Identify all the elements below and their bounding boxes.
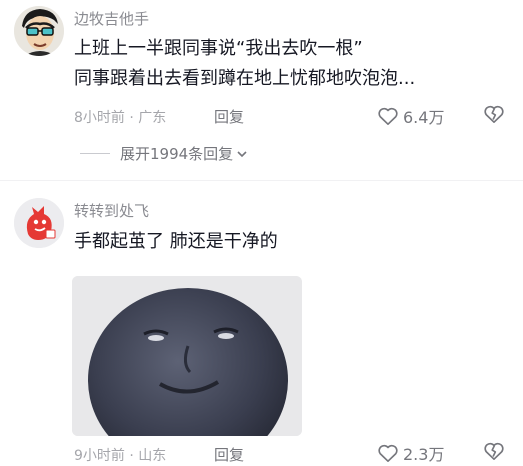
chevron-down-icon — [236, 145, 248, 163]
broken-heart-icon — [484, 442, 504, 460]
comment-location: 山东 — [138, 448, 167, 464]
comment-time: 8小时前 — [74, 110, 125, 126]
comment-username[interactable]: 边牧吉他手 — [74, 8, 149, 29]
dark-round-face-sticker-icon — [72, 276, 302, 436]
comment-sticker-image[interactable] — [72, 276, 302, 436]
like-button[interactable]: 2.3万 — [377, 441, 444, 465]
avatar[interactable] — [14, 6, 64, 56]
dislike-button[interactable] — [483, 104, 505, 124]
expand-divider-line — [80, 153, 110, 154]
dislike-button[interactable] — [483, 441, 505, 461]
like-count: 2.3万 — [403, 445, 445, 464]
comment-feed: 边牧吉他手 上班上一半跟同事说“我出去吹一根” 同事跟着出去看到蹲在地上忧郁地吹… — [0, 0, 523, 466]
meta-separator: · — [124, 448, 139, 464]
like-button[interactable]: 6.4万 — [377, 104, 444, 128]
comment-meta: 8小时前 · 广东 — [74, 107, 166, 127]
comment-username[interactable]: 转转到处飞 — [74, 200, 149, 221]
expand-replies-label: 展开1994条回复 — [120, 145, 234, 163]
reply-button[interactable]: 回复 — [214, 106, 244, 127]
meta-separator: · — [124, 110, 139, 126]
heart-icon — [378, 444, 398, 462]
comment-text-line: 同事跟着出去看到蹲在地上忧郁地吹泡泡... — [74, 68, 416, 89]
avatar[interactable] — [14, 198, 64, 248]
heart-icon — [378, 107, 398, 125]
comment-meta: 9小时前 · 山东 — [74, 445, 166, 465]
comic-face-avatar-icon — [14, 6, 64, 56]
comment-divider — [0, 180, 523, 181]
comment-time: 9小时前 — [74, 448, 125, 464]
comment-location: 广东 — [138, 110, 167, 126]
broken-heart-icon — [484, 105, 504, 123]
comment-text-line: 手都起茧了 肺还是干净的 — [74, 231, 278, 252]
comment-text-line: 上班上一半跟同事说“我出去吹一根” — [74, 38, 363, 59]
like-count: 6.4万 — [403, 108, 445, 127]
expand-replies-button[interactable]: 展开1994条回复 — [80, 143, 248, 164]
reply-button[interactable]: 回复 — [214, 444, 244, 465]
red-cartoon-avatar-icon — [14, 198, 64, 248]
